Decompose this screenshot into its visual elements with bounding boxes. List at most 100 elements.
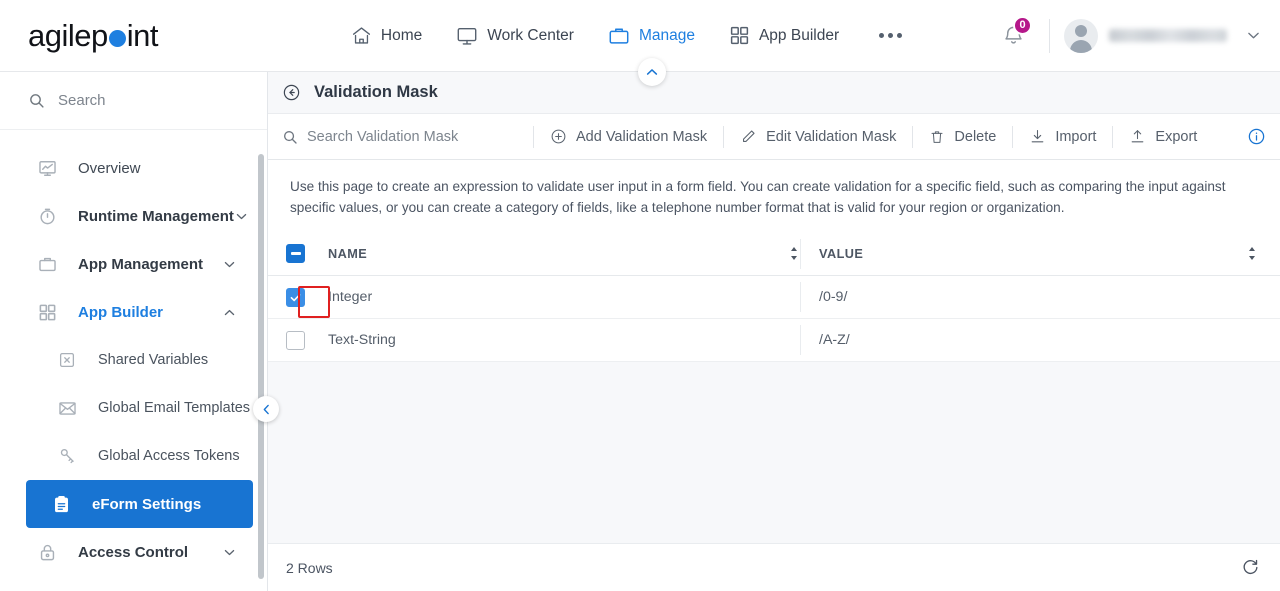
row-value-cell: /A-Z/ (800, 325, 1258, 356)
table-header-row: NAME VALUE (268, 232, 1280, 277)
sidebar-item-runtime-management[interactable]: Runtime Management (12, 192, 257, 240)
chevron-down-icon[interactable] (222, 257, 237, 272)
home-icon (351, 25, 372, 46)
delete-button[interactable]: Delete (929, 114, 996, 160)
chevron-down-icon[interactable] (222, 545, 237, 560)
back-arrow-icon[interactable] (282, 83, 301, 102)
avatar[interactable] (1064, 18, 1098, 53)
sidebar-search[interactable]: Search (0, 72, 267, 130)
dot-icon (879, 33, 885, 38)
edit-validation-mask-button[interactable]: Edit Validation Mask (740, 114, 896, 160)
account-menu-button[interactable] (1245, 27, 1262, 44)
table-row[interactable]: Text-String /A-Z/ (268, 319, 1280, 363)
column-header-name[interactable]: NAME (328, 246, 800, 261)
nav-item-home[interactable]: Home (351, 16, 422, 56)
row-value-cell: /0-9/ (800, 282, 1258, 313)
sidebar-item-app-management[interactable]: App Management (12, 240, 257, 288)
dot-icon (897, 33, 903, 38)
toolbar-action-label: Import (1055, 128, 1097, 145)
avatar-head-icon (1075, 24, 1087, 37)
header-divider (1049, 18, 1050, 53)
row-select-cell (286, 330, 328, 350)
header-right-area: 0 (991, 0, 1280, 72)
sidebar-item-global-access-tokens[interactable]: Global Access Tokens (12, 432, 257, 480)
toolbar-action-label: Add Validation Mask (576, 128, 708, 145)
briefcase-icon (38, 255, 64, 274)
nav-more-button[interactable] (873, 33, 908, 38)
row-checkbox[interactable] (286, 330, 305, 350)
sidebar-item-app-builder[interactable]: App Builder (12, 288, 257, 336)
trash-icon (931, 130, 943, 143)
brand-logo-text: agilep int (28, 17, 159, 54)
grid-icon (729, 25, 750, 46)
add-validation-mask-button[interactable]: Add Validation Mask (550, 114, 707, 160)
column-header-value[interactable]: VALUE (800, 238, 1258, 269)
sidebar-item-label: Overview (78, 159, 141, 177)
nav-item-app-builder[interactable]: App Builder (729, 16, 839, 56)
main-content: Validation Mask Search Validation Mask A… (268, 58, 1280, 591)
brand-logo[interactable]: agilep int (0, 0, 268, 72)
import-button[interactable]: Import (1029, 114, 1096, 160)
panel-collapse-toggle[interactable] (638, 58, 666, 86)
info-button[interactable] (1237, 114, 1266, 160)
sidebar-item-eform-settings[interactable]: eForm Settings (26, 480, 253, 528)
check-icon (290, 293, 301, 301)
sort-icon[interactable] (788, 246, 800, 261)
brand-name-part1: agilep (28, 17, 108, 53)
page-title: Validation Mask (314, 83, 438, 101)
clock-icon (38, 207, 64, 226)
sidebar-item-shared-variables[interactable]: Shared Variables (12, 336, 257, 384)
toolbar-divider (1112, 125, 1114, 148)
validation-mask-table: NAME VALUE Integer /0-9/ Text-String /A-… (268, 232, 1280, 363)
notifications-button[interactable]: 0 (991, 14, 1035, 58)
page-description: Use this page to create an expression to… (268, 160, 1280, 233)
row-value-text: /0-9/ (819, 289, 848, 306)
variable-icon (58, 351, 84, 369)
row-name-cell: Text-String (328, 332, 800, 348)
nav-item-work-center[interactable]: Work Center (456, 16, 574, 56)
chevron-up-icon[interactable] (222, 305, 237, 320)
app-root: agilep int Home Work Center Manage App B… (0, 0, 1280, 591)
sidebar-item-label: Global Email Templates (98, 400, 251, 416)
chevron-down-icon[interactable] (234, 209, 249, 224)
chart-icon (38, 159, 64, 178)
toolbar-divider (533, 125, 534, 148)
sidebar-item-overview[interactable]: Overview (12, 144, 257, 192)
search-placeholder: Search Validation Mask (307, 128, 459, 145)
nav-label-home: Home (380, 26, 423, 44)
refresh-button[interactable] (1241, 558, 1260, 577)
export-button[interactable]: Export (1129, 114, 1197, 160)
toolbar-divider (912, 125, 914, 148)
table-row[interactable]: Integer /0-9/ (268, 276, 1280, 320)
select-all-cell (286, 244, 328, 264)
nav-label-manage: Manage (638, 26, 695, 44)
envelope-icon (58, 399, 84, 418)
sidebar-item-global-email-templates[interactable]: Global Email Templates (12, 384, 257, 432)
row-checkbox[interactable] (286, 287, 305, 307)
sidebar-collapse-button[interactable] (253, 396, 279, 422)
sidebar-item-label: App Builder (78, 303, 163, 321)
search-validation-mask-input[interactable]: Search Validation Mask (282, 114, 517, 160)
column-label-value: VALUE (819, 246, 864, 261)
chevron-left-icon (263, 404, 269, 414)
chevron-up-icon (646, 69, 658, 75)
sidebar-scrollbar[interactable] (258, 154, 264, 579)
nav-label-app-builder: App Builder (758, 26, 840, 44)
select-all-checkbox[interactable] (286, 244, 305, 264)
brand-dot-icon (108, 30, 126, 47)
row-name-text: Text-String (328, 332, 396, 349)
brand-name-part2: int (126, 17, 159, 53)
sort-icon[interactable] (1246, 246, 1258, 261)
sidebar-item-access-control[interactable]: Access Control (12, 528, 257, 576)
info-circle-icon (1248, 128, 1265, 145)
key-icon (58, 447, 84, 466)
sidebar-search-placeholder: Search (58, 92, 106, 109)
refresh-icon (1243, 559, 1258, 575)
sidebar-item-label: App Management (78, 255, 204, 273)
row-select-cell (286, 287, 328, 307)
dot-icon (888, 33, 894, 38)
nav-item-manage[interactable]: Manage (608, 16, 695, 56)
account-username (1109, 29, 1227, 42)
monitor-icon (456, 25, 478, 47)
grid-icon (38, 303, 64, 322)
